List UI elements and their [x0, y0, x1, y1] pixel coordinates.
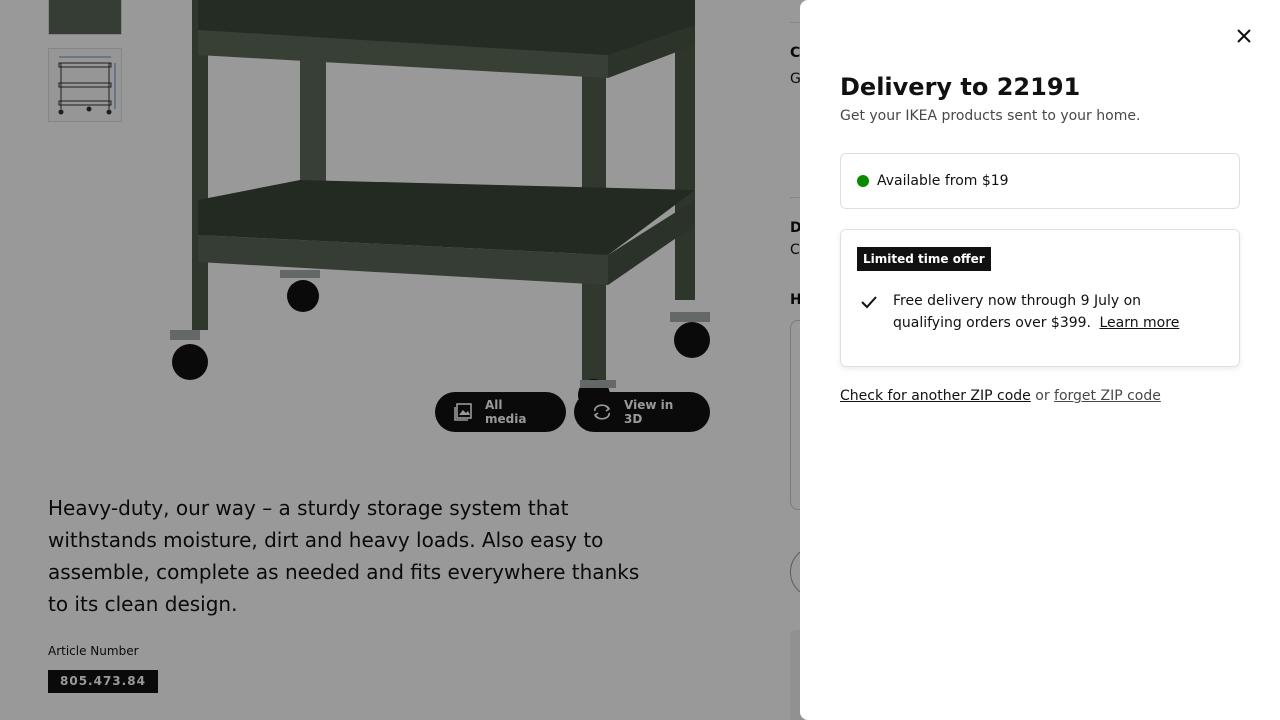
- limited-offer-badge: Limited time offer: [857, 247, 991, 271]
- checkmark-icon: [861, 296, 877, 309]
- check-another-zip-link[interactable]: Check for another ZIP code: [840, 388, 1031, 404]
- close-icon: [1237, 29, 1251, 43]
- availability-card: Available from $19: [840, 153, 1240, 209]
- zip-or-text: or: [1035, 388, 1050, 404]
- close-button[interactable]: [1228, 20, 1260, 52]
- offer-card: Limited time offer Free delivery now thr…: [840, 229, 1240, 367]
- learn-more-link[interactable]: Learn more: [1099, 315, 1179, 331]
- panel-subtitle: Get your IKEA products sent to your home…: [840, 108, 1141, 124]
- forget-zip-link[interactable]: forget ZIP code: [1054, 388, 1161, 404]
- availability-text: Available from $19: [877, 173, 1009, 189]
- available-status-icon: [857, 175, 869, 187]
- panel-title: Delivery to 22191: [840, 73, 1081, 101]
- offer-text: Free delivery now through 9 July on qual…: [893, 290, 1213, 334]
- zip-options: Check for another ZIP code or forget ZIP…: [840, 388, 1161, 404]
